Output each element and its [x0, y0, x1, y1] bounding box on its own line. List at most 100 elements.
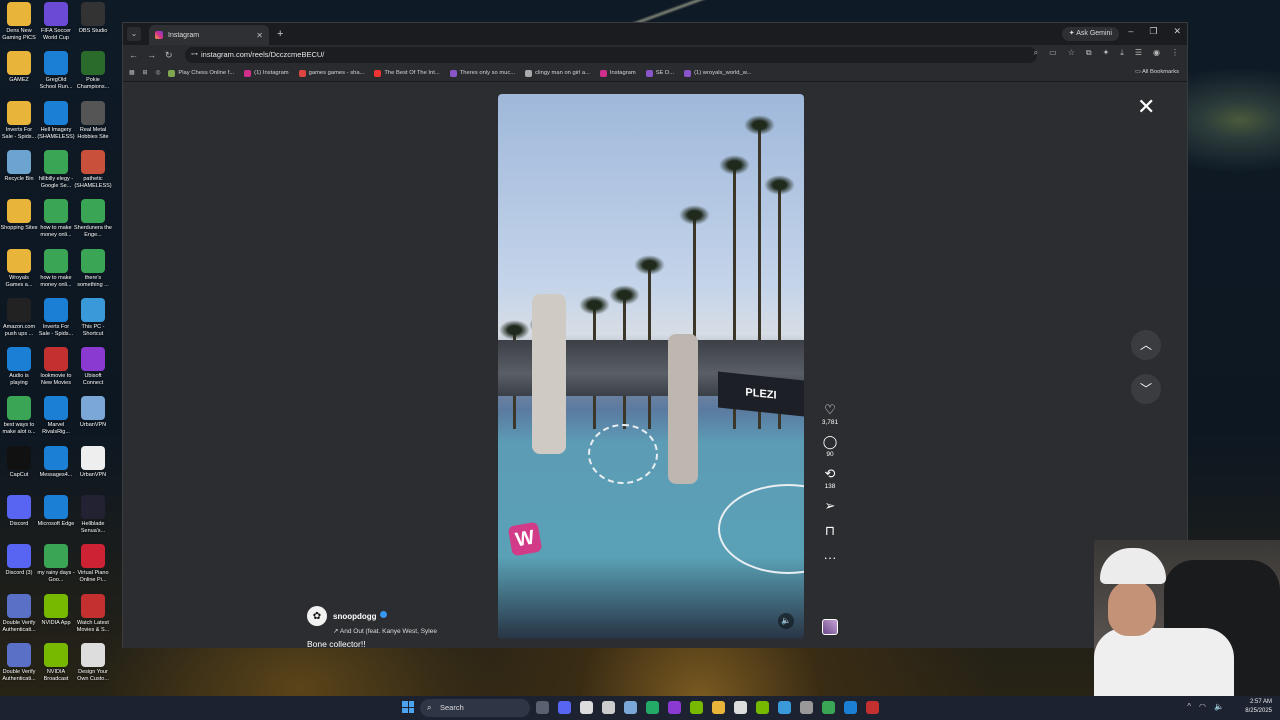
desktop-icon[interactable]: Double Verify Authenticati... [0, 642, 38, 691]
steam-taskbar-icon[interactable] [778, 701, 791, 714]
like-action[interactable]: ♡ 3,781 [819, 402, 841, 426]
desktop-icon[interactable]: GAMEZ [0, 51, 38, 99]
notepad-taskbar-icon[interactable] [734, 701, 747, 714]
audio-thumbnail[interactable] [822, 619, 838, 635]
taskbar-search[interactable]: ⌕ Search [420, 699, 530, 717]
chrome-shortcut-icon[interactable]: ◎ [155, 70, 160, 76]
tab-close-icon[interactable]: ✕ [256, 31, 263, 40]
desktop-icon[interactable]: Marvel RivalsRig... [37, 396, 75, 444]
close-window-icon[interactable]: ✕ [1173, 26, 1181, 37]
desktop-icon[interactable]: how to make money onli... [37, 248, 75, 297]
desktop-icon[interactable]: Hell Imagery (SHAMELESS) [37, 100, 75, 149]
desktop-icon[interactable]: GregOld School Run... [37, 51, 75, 99]
desktop-icon[interactable]: Hellblade Senua's... [74, 495, 112, 543]
desktop-icon[interactable]: Recycle Bin [0, 149, 38, 198]
ask-gemini-button[interactable]: ✦ Ask Gemini [1061, 27, 1119, 41]
desktop-icon[interactable]: Dens New Gaming PICS [0, 2, 38, 50]
desktop-icon[interactable]: Ubisoft Connect [74, 347, 112, 395]
desktop-icon[interactable]: Messages4... [37, 445, 75, 494]
forward-icon[interactable]: → [147, 50, 156, 60]
username-link[interactable]: snoopdogg [333, 612, 377, 621]
bookmark-item[interactable]: Theres only so muc... [449, 69, 515, 77]
desktop-icon[interactable]: there's something ... [74, 248, 112, 297]
all-bookmarks-button[interactable]: ▭ All Bookmarks [1135, 69, 1179, 75]
desktop-icon[interactable]: Discord (3) [0, 544, 38, 592]
desktop-icon[interactable]: Inverts For Sale - Spids... [37, 297, 75, 346]
task-view-icon[interactable] [536, 701, 549, 714]
desktop-icon[interactable]: CapCut [0, 445, 38, 494]
desktop-icon[interactable]: This PC - Shortcut [74, 297, 112, 346]
apps-icon[interactable]: ▦ [129, 70, 134, 76]
menu-kebab-icon[interactable]: ⋮ [1171, 48, 1179, 58]
back-icon[interactable]: ← [129, 50, 138, 60]
pinned-extension-icon[interactable]: ✦ [1103, 48, 1110, 58]
desktop-icon[interactable]: Real Metal Hobbies Site [74, 100, 112, 149]
downloads-icon[interactable]: ⤓ [1120, 48, 1124, 58]
desktop-icon[interactable]: FIFA Soccer World Cup [37, 2, 75, 50]
desktop-icon[interactable]: Wroyals Games a... [0, 248, 38, 297]
bookmark-item[interactable]: The Best Of The Int... [374, 69, 440, 77]
cast-icon[interactable]: ▭ [1049, 48, 1057, 58]
comment-action[interactable]: ◯ 90 [819, 434, 841, 458]
extensions-icon[interactable]: ⧉ [1086, 48, 1092, 58]
desktop-icon[interactable]: Virtual Piano Online Pi... [74, 544, 112, 592]
desktop-icon[interactable]: NVIDIA Broadcast [37, 642, 75, 691]
nvidia-app-taskbar-icon[interactable] [756, 701, 769, 714]
discord-taskbar-icon[interactable] [558, 701, 571, 714]
new-tab-icon[interactable]: + [277, 28, 283, 40]
desktop-icon[interactable]: Discord [0, 495, 38, 543]
bookmark-item[interactable]: (1) wroyals_world_w... [684, 69, 751, 77]
bookmark-item[interactable]: games games - sha... [298, 69, 364, 77]
desktop-icon[interactable]: my rainy days - Goo... [37, 544, 75, 592]
bookmark-item[interactable]: SE D... [645, 69, 674, 77]
desktop-icon[interactable]: Microsoft Edge [37, 495, 75, 543]
desktop-icon[interactable]: Amazon.com push ups ... [0, 297, 38, 346]
app-taskbar-icon[interactable] [624, 701, 637, 714]
nvidia-taskbar-icon[interactable] [690, 701, 703, 714]
tray-chevron-icon[interactable]: ^ [1187, 702, 1191, 711]
settings-taskbar-icon[interactable] [800, 701, 813, 714]
capcut-taskbar-icon[interactable] [580, 701, 593, 714]
next-reel-button[interactable]: ﹀ [1131, 374, 1161, 404]
bookmark-star-icon[interactable]: ☆ [1068, 48, 1075, 58]
zoom-icon[interactable]: ⌕ [1034, 48, 1038, 58]
chrome-taskbar-icon[interactable] [822, 701, 835, 714]
desktop-icon[interactable]: Watch Latest Movies & S... [74, 593, 112, 642]
reel-video[interactable]: PLEZI W 🔈 [498, 94, 804, 639]
address-bar[interactable]: ⊶ instagram.com/reels/DcczcmeBECU/ [185, 47, 1037, 63]
start-icon[interactable] [402, 701, 414, 713]
sidebar-icon[interactable]: ☰ [1135, 48, 1142, 58]
desktop-icon[interactable]: UrbanVPN [74, 396, 112, 444]
tab-instagram[interactable]: Instagram ✕ [149, 25, 269, 45]
speaker-icon[interactable]: 🔈 [1214, 702, 1224, 711]
bookmark-item[interactable]: Instagram [599, 69, 636, 77]
minimize-icon[interactable]: – [1128, 26, 1133, 37]
song-info[interactable]: ↗ And Out (feat. Kanye West, Sylee [333, 627, 437, 635]
desktop-icon[interactable]: Double Verify Authenticati... [0, 593, 38, 642]
desktop-icon[interactable]: best ways to make alot o... [0, 396, 38, 444]
repost-action[interactable]: ⟲ 138 [819, 466, 841, 490]
desktop-icon[interactable]: Design Your Own Custo... [74, 642, 112, 691]
bookmark-item[interactable]: (1) Instagram [244, 69, 289, 77]
edge-taskbar-icon[interactable] [844, 701, 857, 714]
profile-icon[interactable]: ◉ [1153, 48, 1160, 58]
reload-icon[interactable]: ↻ [165, 50, 173, 61]
avatar[interactable]: ✿ [307, 606, 327, 626]
desktop-icon[interactable]: Sherdunera the Enge... [74, 199, 112, 247]
wifi-icon[interactable]: ◠ [1199, 702, 1206, 711]
desktop-icon[interactable]: UrbanVPN [74, 445, 112, 494]
vpn-taskbar-icon[interactable] [646, 701, 659, 714]
clock[interactable]: 2:57 AM 8/25/2025 [1245, 698, 1272, 716]
maximize-icon[interactable]: ❐ [1149, 26, 1157, 37]
desktop-icon[interactable]: Shopping Sites [0, 199, 38, 247]
more-action[interactable]: ··· [819, 550, 841, 565]
desktop-icon[interactable]: Audio is playing [0, 347, 38, 395]
file-explorer-taskbar-icon[interactable] [712, 701, 725, 714]
desktop-icon[interactable]: how to make money onli... [37, 199, 75, 247]
save-action[interactable]: ⊓ [819, 523, 841, 538]
bookmark-item[interactable]: clingy man on girl a... [525, 69, 590, 77]
obs-taskbar-icon[interactable] [866, 701, 879, 714]
share-action[interactable]: ➢ [819, 498, 841, 513]
close-reel-icon[interactable]: ✕ [1137, 96, 1155, 118]
desktop-icon[interactable]: lookmovie to New Movies [37, 347, 75, 395]
